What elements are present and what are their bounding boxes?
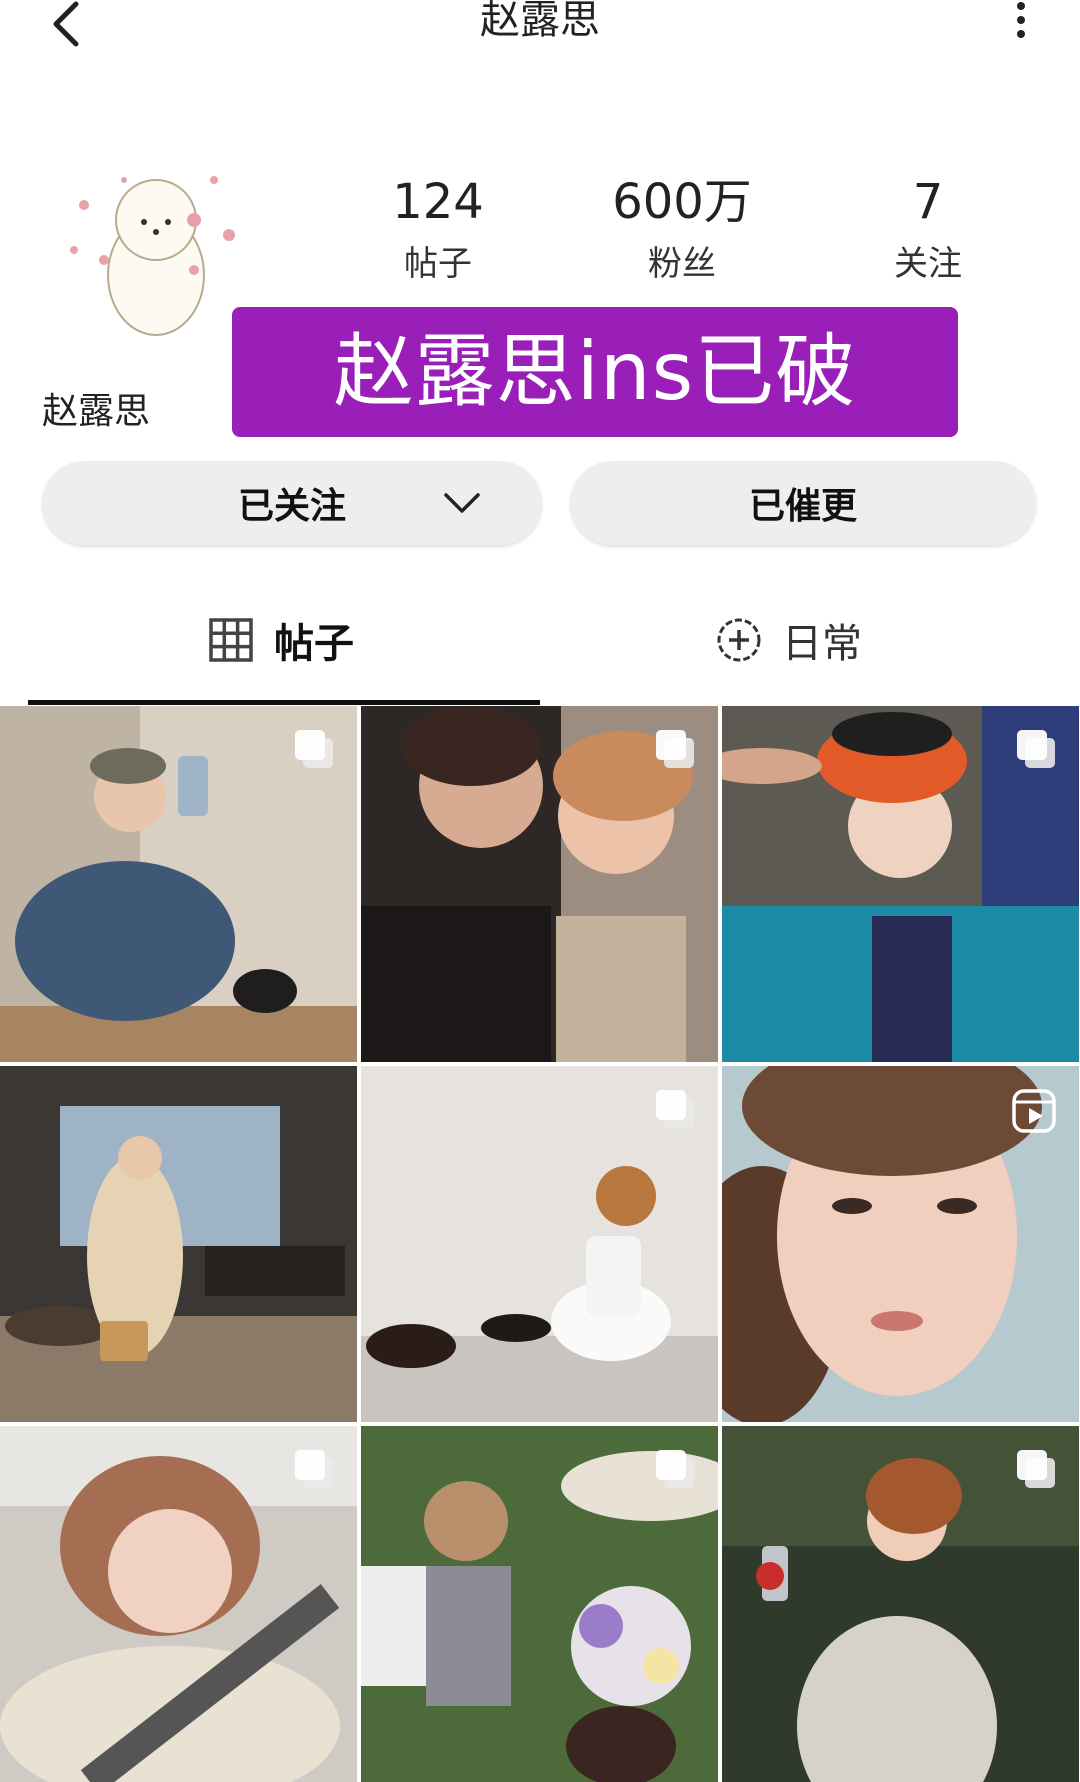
reel-icon — [1012, 1089, 1056, 1133]
tab-daily[interactable]: 日常 — [716, 610, 862, 670]
multi-photo-icon — [656, 730, 694, 768]
multi-photo-icon — [1017, 730, 1055, 768]
post-thumbnail[interactable] — [0, 1426, 357, 1782]
stat-followers[interactable]: 600万 粉丝 — [592, 178, 772, 284]
post-thumbnail[interactable] — [361, 1066, 718, 1422]
page-title: 赵露思 — [480, 0, 600, 43]
post-thumbnail[interactable] — [722, 1426, 1079, 1782]
add-circle-icon — [717, 618, 761, 662]
chevron-down-icon — [444, 493, 480, 513]
stat-value: 7 — [912, 174, 944, 230]
following-button[interactable]: 已关注 — [42, 461, 542, 545]
multi-photo-icon — [656, 1090, 694, 1128]
post-thumbnail[interactable] — [361, 1426, 718, 1782]
cartoon-dog-avatar-icon[interactable] — [44, 150, 254, 350]
urge-update-button[interactable]: 已催更 — [570, 461, 1036, 545]
grid-icon — [209, 618, 253, 662]
multi-photo-icon — [656, 1450, 694, 1488]
post-thumbnail[interactable] — [361, 706, 718, 1062]
stat-following[interactable]: 7 关注 — [838, 178, 1018, 284]
urge-update-button-label: 已催更 — [748, 486, 857, 527]
active-tab-indicator — [28, 700, 540, 705]
tab-daily-label: 日常 — [782, 621, 862, 667]
stat-posts[interactable]: 124 帖子 — [348, 178, 528, 284]
stat-value: 124 — [392, 174, 484, 230]
post-thumbnail[interactable] — [722, 706, 1079, 1062]
multi-photo-icon — [295, 1450, 333, 1488]
stat-label: 关注 — [894, 244, 962, 284]
stat-label: 帖子 — [404, 244, 472, 284]
multi-photo-icon — [295, 730, 333, 768]
post-thumbnail[interactable] — [722, 1066, 1079, 1422]
more-vertical-icon[interactable] — [1014, 2, 1028, 42]
stat-value: 600万 — [612, 174, 752, 230]
post-thumbnail[interactable] — [0, 706, 357, 1062]
multi-photo-icon — [1017, 1450, 1055, 1488]
photo-hotel-room — [0, 1066, 357, 1422]
tab-posts-label: 帖子 — [274, 621, 354, 667]
overlay-banner: 赵露思ins已破600w — [232, 307, 958, 548]
post-thumbnail[interactable] — [0, 1066, 357, 1422]
following-button-label: 已关注 — [237, 486, 346, 527]
tab-posts[interactable]: 帖子 — [208, 610, 354, 670]
stat-label: 粉丝 — [648, 244, 716, 284]
profile-name: 赵露思 — [42, 391, 151, 432]
top-bar: 赵露思 — [0, 0, 1080, 70]
